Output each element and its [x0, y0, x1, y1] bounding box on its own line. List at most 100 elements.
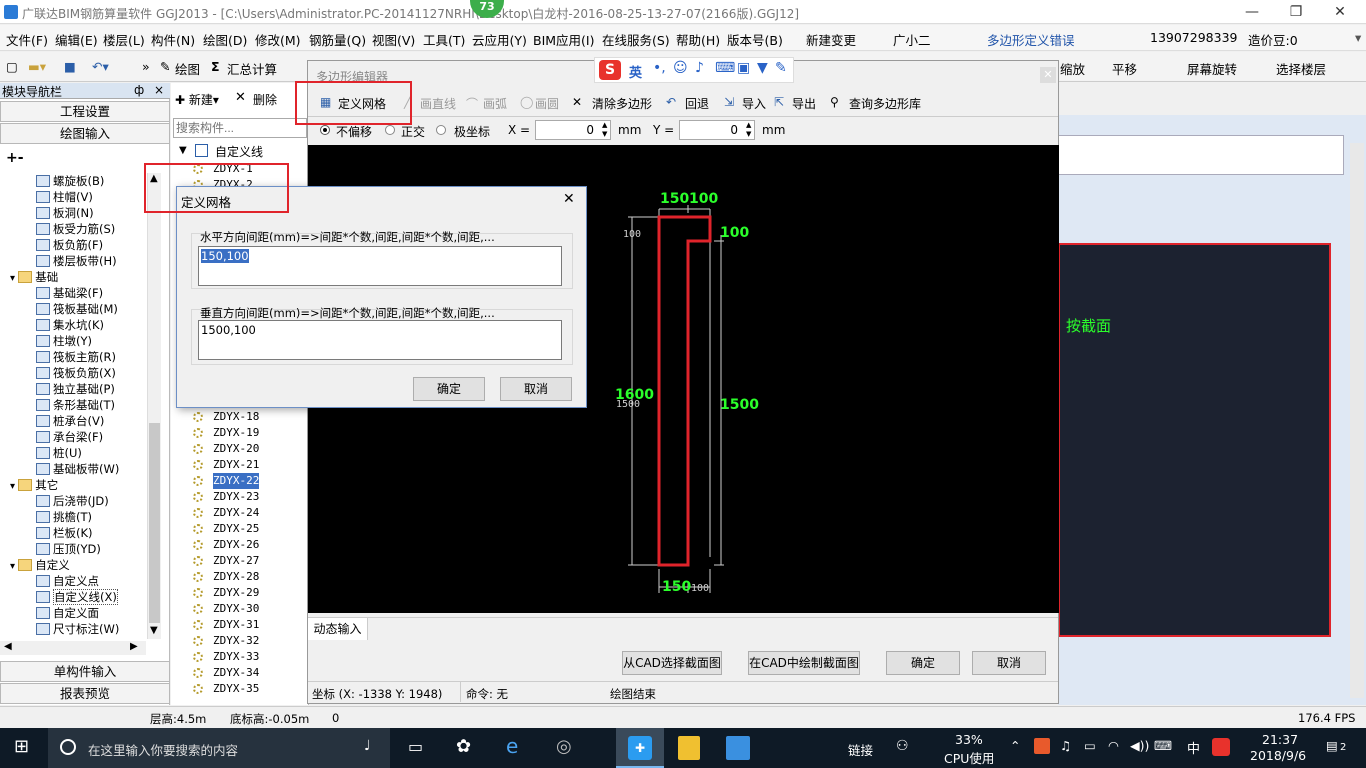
nav-tree-item[interactable]: 板负筋(F) — [36, 237, 103, 253]
nav-tree-item[interactable]: 自定义线(X) — [36, 589, 118, 605]
spiral-app-icon[interactable]: ◎ — [556, 736, 572, 757]
pinwheel-app-icon[interactable]: ✿ — [456, 736, 471, 757]
component-item[interactable]: ZDYX-23 — [193, 489, 259, 505]
component-item[interactable]: ZDYX-24 — [193, 505, 259, 521]
ie-browser-icon[interactable]: e — [506, 734, 518, 758]
menu-component[interactable]: 构件(N) — [151, 30, 195, 49]
menu-bim[interactable]: BIM应用(I) — [533, 30, 595, 49]
nav-tree-item[interactable]: 基础梁(F) — [36, 285, 103, 301]
voice-icon[interactable]: ♪ — [695, 60, 704, 76]
query-polygon-library-button[interactable]: 查询多边形库 — [849, 95, 921, 112]
polar-radio[interactable] — [436, 125, 446, 135]
expand-all-icon[interactable]: +‐ — [6, 150, 24, 166]
menu-new-change[interactable]: 新建变更 — [806, 30, 856, 49]
collapse-icon[interactable]: ▼ — [179, 145, 187, 156]
nav-folder[interactable]: ▾ 其它 — [10, 477, 58, 493]
scroll-right-icon[interactable]: ▶ — [130, 641, 138, 652]
nav-hscrollbar[interactable]: ◀ ▶ — [0, 641, 146, 655]
taskbar-ggj-app[interactable]: ✚ — [616, 728, 664, 768]
menu-help[interactable]: 帮助(H) — [676, 30, 720, 49]
nav-close-icon[interactable]: × — [154, 83, 164, 97]
undo-icon[interactable]: ↶▾ — [92, 59, 109, 74]
x-spinner[interactable]: ▲ ▼ — [602, 121, 607, 139]
polygon-shape[interactable] — [657, 215, 712, 567]
polygon-editor-close[interactable]: ✕ — [1040, 67, 1056, 83]
draw-button[interactable]: 绘图 — [175, 59, 200, 78]
another-app-icon[interactable] — [726, 736, 750, 760]
clock-time[interactable]: 21:37 — [1262, 732, 1298, 747]
show-hidden-icons[interactable]: ⌃ — [1010, 738, 1020, 753]
nav-folder[interactable]: ▾ 基础 — [10, 269, 58, 285]
ime-toolbar[interactable]: S 英 •, ☺ ♪ ⌨ ▣ ▼ ✎ — [594, 57, 794, 83]
menu-edit[interactable]: 编辑(E) — [55, 30, 98, 49]
restore-button[interactable]: ❐ — [1276, 2, 1316, 22]
component-item[interactable]: ZDYX-30 — [193, 601, 259, 617]
ime-indicator[interactable]: 中 — [1187, 738, 1200, 757]
nav-tree-item[interactable]: 柱帽(V) — [36, 189, 93, 205]
minimize-button[interactable]: — — [1232, 2, 1272, 22]
menu-floor[interactable]: 楼层(L) — [103, 30, 145, 49]
nav-tree-item[interactable]: 挑檐(T) — [36, 509, 92, 525]
notes-app-icon[interactable] — [678, 736, 700, 760]
ortho-radio[interactable] — [385, 125, 395, 135]
volume-icon[interactable]: ◀)) — [1130, 738, 1149, 753]
nav-folder[interactable]: ▾ 自定义 — [10, 557, 70, 573]
menu-tools[interactable]: 工具(T) — [423, 30, 465, 49]
ime-lang[interactable]: 英 — [629, 62, 642, 81]
component-item[interactable]: ZDYX-26 — [193, 537, 259, 553]
wifi-icon[interactable]: ◠ — [1108, 738, 1119, 753]
draw-in-cad-button[interactable]: 在CAD中绘制截面图 — [748, 651, 860, 675]
component-item[interactable]: ZDYX-27 — [193, 553, 259, 569]
main-scrollbar[interactable] — [1350, 143, 1364, 698]
component-item[interactable]: ZDYX-29 — [193, 585, 259, 601]
nav-tree-item[interactable]: 自定义面 — [36, 605, 99, 621]
delete-icon[interactable]: ✕ — [235, 90, 246, 105]
x-input[interactable]: 0 — [535, 120, 611, 140]
task-view-icon[interactable]: ▭ — [408, 737, 423, 756]
horizontal-spacing-input[interactable]: 150,100 — [198, 246, 562, 286]
draw-input-button[interactable]: 绘图输入 — [0, 123, 170, 144]
folder-toggle-icon[interactable]: ▾ — [10, 481, 18, 492]
nav-tree-item[interactable]: 后浇带(JD) — [36, 493, 109, 509]
folder-toggle-icon[interactable]: ▾ — [10, 561, 18, 572]
nav-tree-item[interactable]: 筏板负筋(X) — [36, 365, 116, 381]
people-icon[interactable]: ⚇ — [896, 738, 909, 754]
skin-icon[interactable]: ▣ — [737, 60, 750, 76]
nav-tree-item[interactable]: 尺寸标注(W) — [36, 621, 119, 637]
nav-tree-item[interactable]: 独立基础(P) — [36, 381, 115, 397]
project-settings-button[interactable]: 工程设置 — [0, 101, 170, 122]
windows-start-icon[interactable]: ⊞ — [14, 736, 29, 757]
menu-rebar[interactable]: 钢筋量(Q) — [309, 30, 366, 49]
link-label[interactable]: 链接 — [848, 740, 873, 759]
nav-tree-item[interactable]: 桩承台(V) — [36, 413, 104, 429]
tray-app-icon[interactable] — [1034, 738, 1050, 754]
taskbar-search-box[interactable]: 在这里输入你要搜索的内容 ♩ — [48, 728, 390, 768]
save-icon[interactable]: ■ — [64, 59, 76, 74]
sum-button[interactable]: 汇总计算 — [227, 59, 277, 78]
new-component-button[interactable]: ✚ 新建▾ — [175, 91, 219, 108]
menu-modify[interactable]: 修改(M) — [255, 30, 301, 49]
nav-tree-item[interactable]: 筏板基础(M) — [36, 301, 118, 317]
component-item[interactable]: ZDYX-25 — [193, 521, 259, 537]
component-item[interactable]: ZDYX-21 — [193, 457, 259, 473]
menu-view[interactable]: 视图(V) — [372, 30, 415, 49]
nav-tree-item[interactable]: 集水坑(K) — [36, 317, 104, 333]
tree-root-custom-line[interactable]: 自定义线 — [215, 143, 263, 160]
folder-toggle-icon[interactable]: ▾ — [10, 273, 18, 284]
menu-version[interactable]: 版本号(B) — [727, 30, 783, 49]
menu-more-icon[interactable]: ▾ — [1355, 30, 1361, 45]
component-item[interactable]: ZDYX-19 — [193, 425, 259, 441]
component-item[interactable]: ZDYX-33 — [193, 649, 259, 665]
select-from-cad-button[interactable]: 从CAD选择截面图 — [622, 651, 722, 675]
wrench-icon[interactable]: ✎ — [775, 60, 787, 76]
draw-circle-button[interactable]: 画圆 — [535, 95, 559, 112]
sogou-tray-icon[interactable] — [1212, 738, 1230, 756]
grid-cancel-button[interactable]: 取消 — [500, 377, 572, 401]
nav-tree-item[interactable]: 基础板带(W) — [36, 461, 119, 477]
y-spinner[interactable]: ▲ ▼ — [746, 121, 751, 139]
clock-date[interactable]: 2018/9/6 — [1250, 748, 1306, 763]
scroll-left-icon[interactable]: ◀ — [4, 641, 12, 652]
component-item[interactable]: ZDYX-18 — [193, 409, 259, 425]
delete-button[interactable]: 删除 — [253, 91, 277, 108]
sogou-icon[interactable]: S — [599, 60, 621, 80]
